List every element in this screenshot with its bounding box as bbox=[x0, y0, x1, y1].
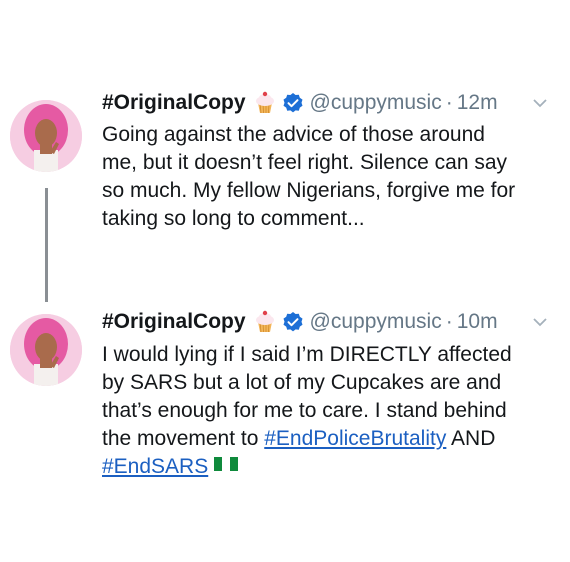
cupcake-icon bbox=[252, 309, 278, 335]
tweet-line-text: AND bbox=[446, 427, 496, 450]
tweet-line: #EndSARS bbox=[102, 453, 562, 481]
separator: · bbox=[445, 91, 453, 114]
hashtag-link[interactable]: #EndSARS bbox=[102, 455, 208, 478]
tweet-line: that’s enough for me to care. I stand be… bbox=[102, 399, 507, 422]
tweet-text: I would lying if I said I’m DIRECTLY aff… bbox=[102, 341, 562, 481]
cupcake-icon bbox=[252, 90, 278, 116]
timestamp[interactable]: 12m bbox=[457, 91, 498, 115]
tweet-line: Going against the advice of those around bbox=[102, 123, 485, 146]
display-name[interactable]: #OriginalCopy bbox=[102, 310, 246, 334]
tweet-text: Going against the advice of those around… bbox=[102, 121, 562, 233]
nigeria-flag-icon bbox=[214, 453, 239, 481]
tweet-header: #OriginalCopy @cuppymusic · 10m bbox=[102, 307, 562, 337]
handle[interactable]: @cuppymusic bbox=[310, 91, 442, 115]
chevron-down-icon[interactable] bbox=[532, 98, 548, 108]
tweet-line: me, but it doesn’t feel right. Silence c… bbox=[102, 151, 508, 174]
display-name[interactable]: #OriginalCopy bbox=[102, 91, 246, 115]
timestamp[interactable]: 10m bbox=[457, 310, 498, 334]
avatar[interactable] bbox=[10, 100, 82, 172]
tweet-header: #OriginalCopy @cuppymusic · 12m bbox=[102, 88, 562, 118]
tweet-line: the movement to #EndPoliceBrutality AND bbox=[102, 425, 562, 453]
tweet-line: so much. My fellow Nigerians, forgive me… bbox=[102, 179, 516, 202]
handle[interactable]: @cuppymusic bbox=[310, 310, 442, 334]
tweet-line: taking so long to comment... bbox=[102, 207, 365, 230]
hashtag-link[interactable]: #EndPoliceBrutality bbox=[264, 427, 446, 450]
verified-badge-icon bbox=[282, 92, 304, 114]
tweet-line: by SARS but a lot of my Cupcakes are and bbox=[102, 371, 502, 394]
avatar[interactable] bbox=[10, 314, 82, 386]
verified-badge-icon bbox=[282, 311, 304, 333]
tweet-line-text: the movement to bbox=[102, 427, 265, 450]
tweet-line: I would lying if I said I’m DIRECTLY aff… bbox=[102, 343, 512, 366]
chevron-down-icon[interactable] bbox=[532, 317, 548, 327]
thread-line bbox=[45, 188, 48, 302]
separator: · bbox=[445, 310, 453, 333]
